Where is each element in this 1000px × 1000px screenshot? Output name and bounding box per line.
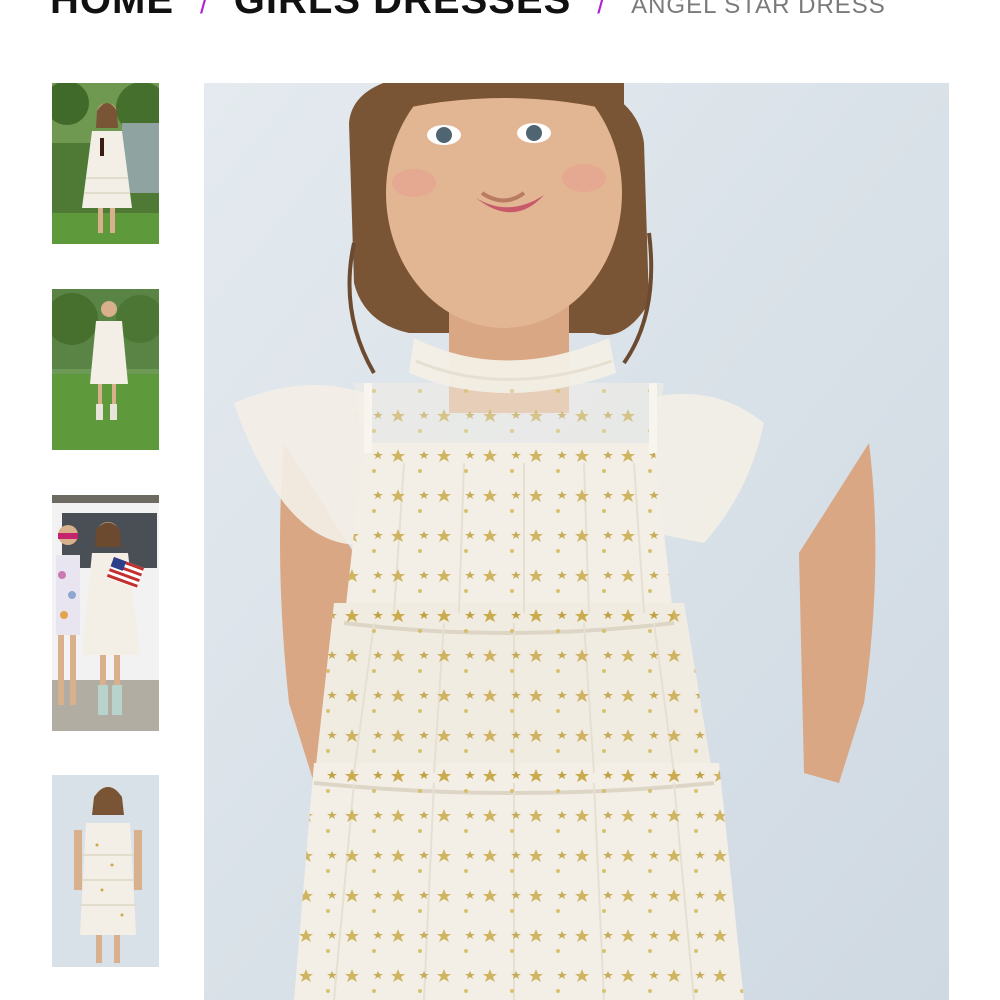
main-product-image[interactable] [204, 83, 949, 1000]
breadcrumb-current-page: ANGEL STAR DRESS [631, 0, 886, 19]
thumbnail-2-image [52, 289, 159, 450]
thumbnail-3[interactable] [52, 495, 159, 731]
main-product-photo [204, 83, 949, 1000]
breadcrumb-separator: / [200, 0, 208, 19]
breadcrumb-separator: / [597, 0, 606, 19]
product-page: HOME / GIRLS DRESSES / ANGEL STAR DRESS [0, 0, 1000, 1000]
breadcrumb-category-link[interactable]: GIRLS DRESSES [234, 0, 572, 23]
breadcrumb-home-link[interactable]: HOME [50, 0, 174, 23]
thumbnail-4[interactable] [52, 775, 159, 967]
thumbnail-4-image [52, 775, 159, 967]
thumbnail-1-image [52, 83, 159, 244]
thumbnail-3-image [52, 495, 159, 731]
breadcrumb: HOME / GIRLS DRESSES / ANGEL STAR DRESS [50, 0, 886, 22]
thumbnail-1[interactable] [52, 83, 159, 244]
thumbnail-2[interactable] [52, 289, 159, 450]
